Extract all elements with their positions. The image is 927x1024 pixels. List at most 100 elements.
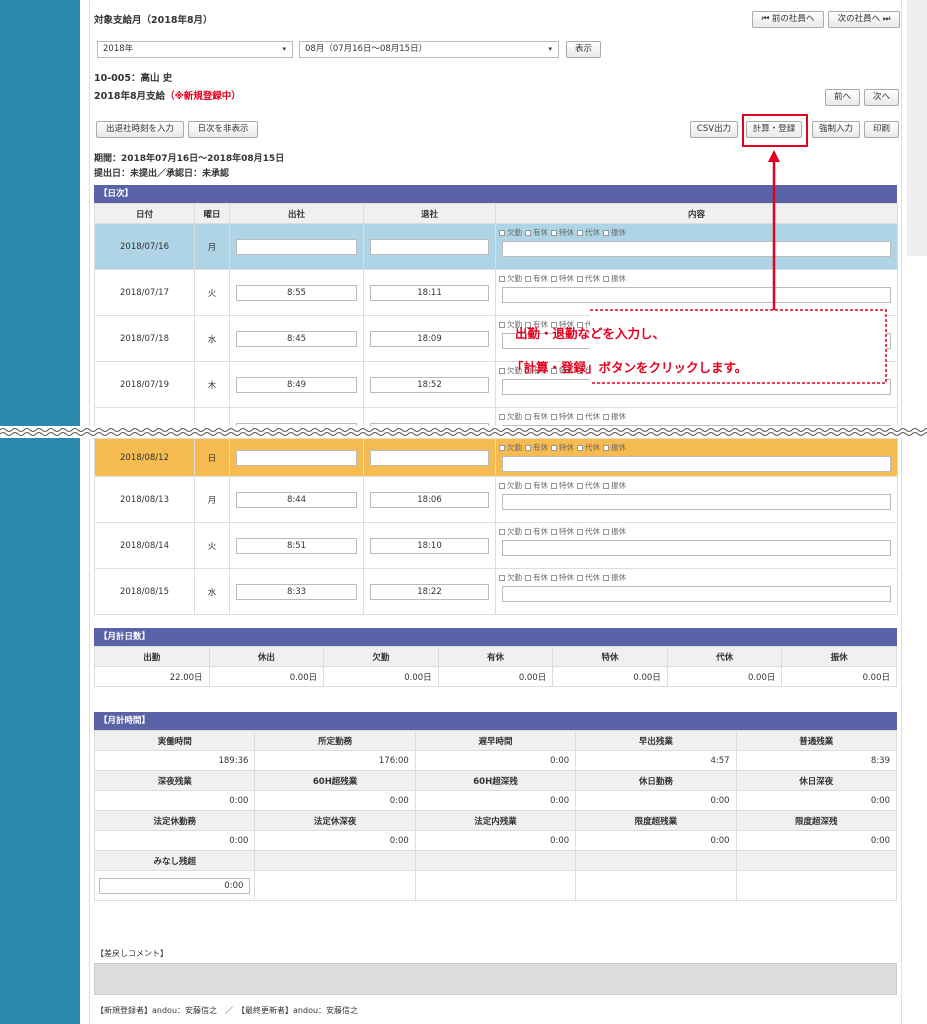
table-row: 2018/08/12 日 欠勤 有休 特休 代休 振休 — [94, 438, 898, 477]
prev-button[interactable]: 前へ — [825, 89, 860, 106]
clock-in-input[interactable]: 8:33 — [236, 583, 357, 600]
notes-input[interactable] — [502, 494, 891, 510]
clock-out-input[interactable]: 18:52 — [370, 376, 489, 393]
checkbox[interactable] — [499, 414, 505, 420]
days-value: 0.00日 — [323, 666, 439, 687]
check-label: 代休 — [585, 573, 600, 582]
days-value: 0.00日 — [437, 666, 554, 687]
hours-value: 0:00 — [414, 830, 577, 851]
prev-employee-button[interactable]: ⏮ 前の社員へ — [752, 11, 824, 28]
check-label: 特休 — [559, 527, 574, 536]
row-date: 2018/08/13 — [94, 476, 195, 523]
clock-in-input[interactable]: 8:45 — [236, 330, 357, 347]
clock-in-input[interactable]: 8:44 — [236, 491, 357, 508]
hours-value: 4:57 — [575, 750, 737, 771]
clock-out-input[interactable]: 18:22 — [370, 583, 489, 600]
clock-out-input[interactable]: 18:10 — [370, 537, 489, 554]
checkbox[interactable] — [525, 483, 531, 489]
checkbox[interactable] — [577, 230, 583, 236]
hide-daily-button[interactable]: 日次を非表示 — [188, 121, 258, 138]
checkbox[interactable] — [603, 575, 609, 581]
notes-input[interactable] — [502, 456, 891, 472]
checkbox[interactable] — [525, 445, 531, 451]
next-employee-button[interactable]: 次の社員へ ⏭ — [828, 11, 900, 28]
clock-in-input[interactable] — [236, 238, 357, 255]
checkbox[interactable] — [577, 276, 583, 282]
clock-in-input[interactable] — [236, 449, 357, 466]
checkbox[interactable] — [551, 483, 557, 489]
col-day: 曜日 — [194, 203, 230, 224]
check-label: 欠勤 — [507, 573, 522, 582]
checkbox[interactable] — [499, 483, 505, 489]
notes-input[interactable] — [502, 586, 891, 602]
month-hours-table: 実働時間 所定勤務 遅早時間 早出残業 普通残業 189:36 176:00 0:00 4:57… — [93, 730, 898, 901]
checkbox[interactable] — [577, 414, 583, 420]
checkbox[interactable] — [603, 445, 609, 451]
checkbox[interactable] — [499, 230, 505, 236]
checkbox[interactable] — [577, 483, 583, 489]
hours-header: 早出残業 — [575, 730, 737, 751]
clock-in-input[interactable]: 8:55 — [236, 284, 357, 301]
checkbox[interactable] — [551, 414, 557, 420]
pay-month: 2018年8月支給（※新規登録中） — [94, 88, 241, 102]
checkbox[interactable] — [499, 322, 505, 328]
year-select[interactable]: 2018年 ▾ — [97, 41, 293, 58]
comment-label: 【差戻しコメント】 — [96, 949, 168, 958]
right-panel — [907, 0, 927, 256]
check-label: 有休 — [533, 527, 548, 536]
month-days-table: 出勤 休出 欠勤 有休 特休 代休 振休 22.00日 0.00日 0.00日 0.00日 0.00日… — [94, 646, 897, 687]
check-label: 特休 — [559, 228, 574, 237]
clock-in-input[interactable]: 8:51 — [236, 537, 357, 554]
checkbox[interactable] — [551, 529, 557, 535]
left-sidebar-top — [0, 0, 80, 428]
days-header: 出勤 — [94, 646, 210, 667]
hours-header: 限度超深残 — [735, 810, 898, 831]
next-button[interactable]: 次へ — [864, 89, 899, 106]
checkbox[interactable] — [499, 276, 505, 282]
minashi-input[interactable]: 0:00 — [99, 877, 251, 894]
comment-textarea[interactable] — [94, 963, 897, 995]
print-button[interactable]: 印刷 — [864, 121, 899, 138]
checkbox[interactable] — [603, 483, 609, 489]
checkbox[interactable] — [525, 230, 531, 236]
period-select[interactable]: 08月（07月16日〜08月15日） ▾ — [299, 41, 559, 58]
checkbox[interactable] — [525, 529, 531, 535]
checkbox[interactable] — [577, 575, 583, 581]
checkbox[interactable] — [577, 445, 583, 451]
checkbox[interactable] — [499, 575, 505, 581]
clock-out-input[interactable] — [370, 449, 489, 466]
checkbox[interactable] — [551, 230, 557, 236]
row-day: 木 — [194, 361, 230, 408]
clock-out-input[interactable] — [370, 238, 489, 255]
checkbox[interactable] — [499, 445, 505, 451]
enter-times-button[interactable]: 出退社時刻を入力 — [96, 121, 184, 138]
clock-out-input[interactable]: 18:11 — [370, 284, 489, 301]
checkbox[interactable] — [603, 529, 609, 535]
checkbox[interactable] — [525, 276, 531, 282]
checkbox[interactable] — [551, 276, 557, 282]
force-input-button[interactable]: 強制入力 — [812, 121, 860, 138]
clock-in-input[interactable]: 8:49 — [236, 376, 357, 393]
check-label: 有休 — [533, 228, 548, 237]
checkbox[interactable] — [577, 529, 583, 535]
checkbox[interactable] — [551, 445, 557, 451]
clock-out-input[interactable]: 18:09 — [370, 330, 489, 347]
checkbox[interactable] — [525, 414, 531, 420]
notes-input[interactable] — [502, 540, 891, 556]
checkbox[interactable] — [499, 368, 505, 374]
checkbox[interactable] — [603, 414, 609, 420]
row-day: 水 — [194, 315, 230, 362]
show-button[interactable]: 表示 — [566, 41, 601, 58]
check-label: 振休 — [611, 481, 626, 490]
hours-value: 0:00 — [254, 790, 416, 811]
hours-header: 普通残業 — [735, 730, 898, 751]
checkbox[interactable] — [525, 575, 531, 581]
clock-out-input[interactable]: 18:06 — [370, 491, 489, 508]
registration-status: （※新規登録中） — [165, 91, 241, 102]
checkbox[interactable] — [551, 575, 557, 581]
csv-export-button[interactable]: CSV出力 — [690, 121, 738, 138]
days-header: 欠勤 — [323, 646, 439, 667]
hours-value: 0:00 — [414, 750, 577, 771]
page-title: 対象支給月（2018年8月） — [94, 15, 213, 26]
checkbox[interactable] — [499, 529, 505, 535]
